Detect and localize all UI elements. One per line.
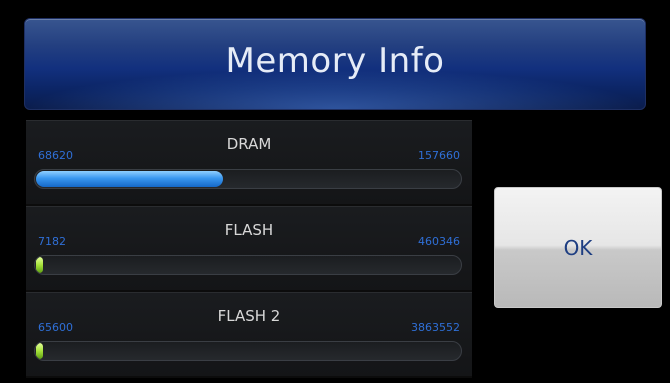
- memory-label-dram: DRAM: [226, 135, 272, 153]
- memory-panel: DRAM 68620 157660 FLASH 7182 460346 FLAS…: [26, 120, 472, 378]
- memory-row-flash: FLASH 7182 460346: [26, 206, 472, 290]
- memory-bar-dram: [34, 169, 462, 189]
- memory-bar-fill-dram: [36, 171, 223, 187]
- memory-row-flash2: FLASH 2 65600 3863552: [26, 292, 472, 376]
- ok-button[interactable]: OK: [494, 187, 662, 308]
- memory-bar-flash2: [34, 341, 462, 361]
- memory-label-flash2: FLASH 2: [217, 307, 281, 325]
- memory-bar-fill-flash: [36, 257, 43, 273]
- memory-max-flash2: 3863552: [411, 321, 460, 334]
- title-bar: Memory Info: [24, 18, 646, 110]
- memory-row-dram: DRAM 68620 157660: [26, 120, 472, 204]
- memory-bar-fill-flash2: [36, 343, 43, 359]
- memory-max-dram: 157660: [418, 149, 460, 162]
- memory-min-flash2: 65600: [38, 321, 73, 334]
- memory-max-flash: 460346: [418, 235, 460, 248]
- page-title: Memory Info: [225, 41, 445, 81]
- memory-min-dram: 68620: [38, 149, 73, 162]
- memory-label-flash: FLASH: [224, 221, 274, 239]
- memory-bar-flash: [34, 255, 462, 275]
- memory-min-flash: 7182: [38, 235, 66, 248]
